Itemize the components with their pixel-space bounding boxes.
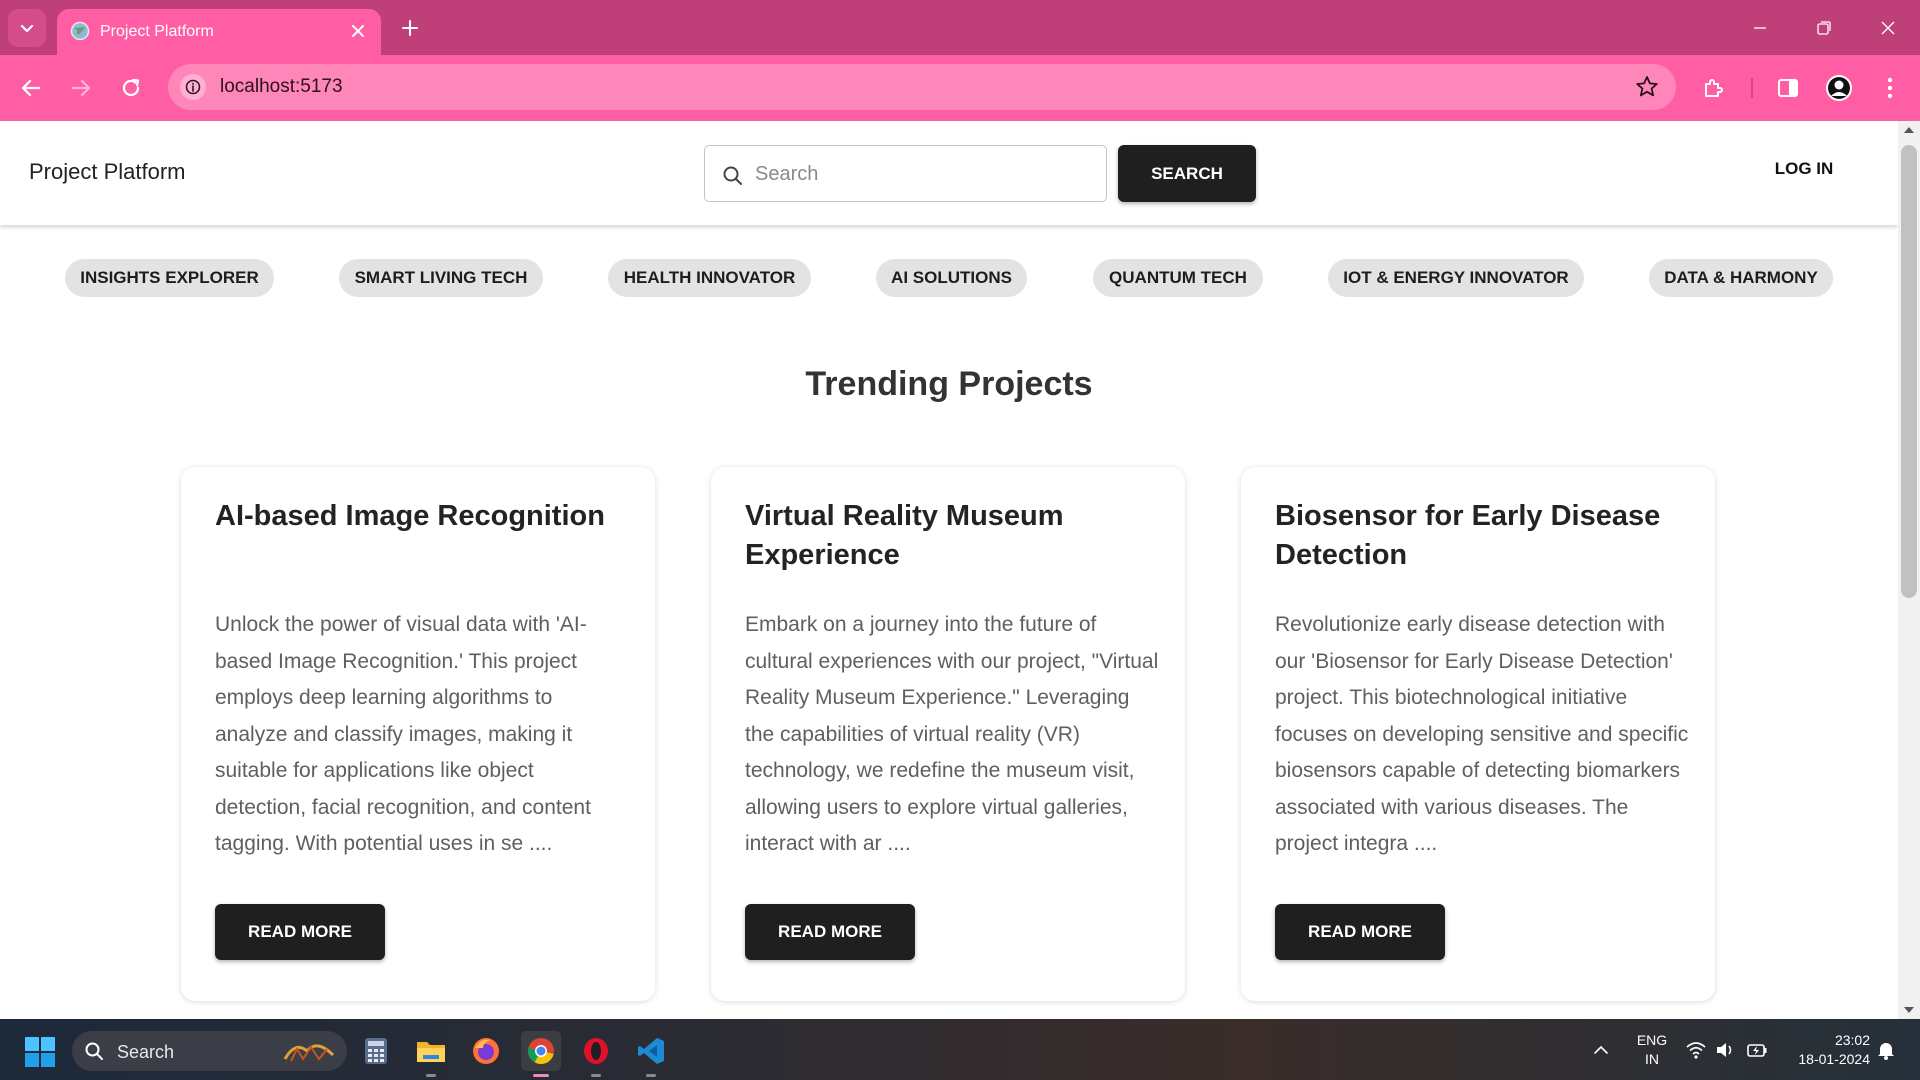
site-info-icon[interactable] [180, 74, 206, 100]
puzzle-icon [1705, 79, 1723, 97]
search-icon [85, 1042, 103, 1060]
project-card: AI-based Image Recognition Unlock the po… [181, 467, 655, 1001]
toolbar-divider [1751, 78, 1753, 98]
section-title: Trending Projects [805, 365, 1093, 403]
url-text: localhost:5173 [220, 76, 343, 97]
taskbar-vscode[interactable] [631, 1031, 671, 1077]
search-button[interactable]: SEARCH [1118, 145, 1256, 202]
taskbar-calculator[interactable] [356, 1031, 396, 1071]
project-card: Biosensor for Early Disease Detection Re… [1241, 467, 1715, 1001]
project-description: Unlock the power of visual data with 'AI… [215, 613, 591, 855]
category-chips: INSIGHTS EXPLORER SMART LIVING TECH HEAL… [0, 259, 1898, 299]
address-bar[interactable]: localhost:5173 [168, 64, 1676, 110]
app-header: Project Platform SEARCH LOG IN [0, 121, 1898, 225]
globe-icon [70, 21, 90, 41]
search-input[interactable] [755, 160, 1095, 188]
browser-menu-button[interactable] [1874, 72, 1906, 104]
tab-close-button[interactable] [345, 18, 371, 44]
category-chip[interactable]: AI SOLUTIONS [876, 259, 1027, 297]
category-chip[interactable]: INSIGHTS EXPLORER [65, 259, 274, 297]
page-viewport: Project Platform SEARCH LOG IN INSIGHTS … [0, 121, 1898, 1019]
category-chip[interactable]: SMART LIVING TECH [339, 259, 543, 297]
taskbar-chrome[interactable] [521, 1031, 561, 1077]
scroll-up-arrow[interactable] [1904, 127, 1914, 133]
opera-icon [584, 1038, 608, 1064]
wifi-icon[interactable] [1685, 1039, 1707, 1061]
more-vertical-icon [1887, 77, 1893, 99]
extensions-button[interactable] [1698, 72, 1730, 104]
page-scrollbar[interactable] [1898, 121, 1920, 1019]
minimize-icon [1754, 27, 1766, 29]
vscode-icon [638, 1038, 664, 1064]
scroll-down-arrow[interactable] [1904, 1007, 1914, 1013]
restore-button[interactable] [1806, 12, 1842, 44]
calculator-icon [365, 1038, 387, 1064]
project-card: Virtual Reality Museum Experience Embark… [711, 467, 1185, 1001]
side-panel-button[interactable] [1772, 72, 1804, 104]
read-more-button[interactable]: READ MORE [215, 904, 385, 960]
read-more-button[interactable]: READ MORE [745, 904, 915, 960]
search-field[interactable] [704, 145, 1107, 202]
chevron-up-icon[interactable] [1592, 1041, 1610, 1059]
chevron-down-icon [20, 24, 34, 33]
project-title: AI-based Image Recognition [215, 500, 605, 532]
volume-icon[interactable] [1714, 1039, 1736, 1061]
project-description: Embark on a journey into the future of c… [745, 613, 1159, 855]
side-panel-icon [1778, 79, 1798, 97]
forward-button[interactable] [63, 70, 99, 106]
back-button[interactable] [13, 70, 49, 106]
taskbar-search-label: Search [117, 1042, 175, 1062]
os-taskbar: Search ENG IN 23:02 18-01-2024 [0, 1019, 1920, 1080]
avatar-icon [1826, 75, 1852, 101]
arrow-right-icon [71, 79, 91, 97]
project-title: Virtual Reality Museum Experience [745, 500, 1064, 571]
search-icon [723, 166, 742, 185]
login-button[interactable]: LOG IN [1752, 159, 1856, 187]
profile-button[interactable] [1823, 72, 1855, 104]
read-more-button[interactable]: READ MORE [1275, 904, 1445, 960]
category-chip[interactable]: IOT & ENERGY INNOVATOR [1328, 259, 1584, 297]
taskbar-firefox[interactable] [466, 1031, 506, 1071]
reload-button[interactable] [113, 70, 149, 106]
taskbar-opera[interactable] [576, 1031, 616, 1077]
battery-icon[interactable] [1746, 1039, 1768, 1061]
restore-icon [1817, 21, 1831, 35]
category-chip[interactable]: QUANTUM TECH [1093, 259, 1263, 297]
close-icon [1881, 21, 1895, 35]
category-chip[interactable]: HEALTH INNOVATOR [608, 259, 811, 297]
close-icon [352, 25, 364, 37]
brand-title[interactable]: Project Platform [29, 159, 186, 185]
arrow-left-icon [21, 79, 41, 97]
bookmark-star-icon[interactable] [1634, 74, 1660, 100]
taskbar-search[interactable]: Search [72, 1031, 347, 1071]
firefox-icon [473, 1038, 499, 1064]
project-title: Biosensor for Early Disease Detection [1275, 500, 1661, 571]
tab-search-button[interactable] [8, 9, 46, 47]
project-description: Revolutionize early disease detection wi… [1275, 613, 1689, 855]
scroll-thumb[interactable] [1901, 145, 1917, 598]
windows-start-icon[interactable] [24, 1036, 56, 1068]
notification-bell-icon[interactable] [1875, 1039, 1897, 1061]
folder-icon [417, 1042, 445, 1062]
language-indicator[interactable]: ENG IN [1636, 1031, 1668, 1069]
close-window-button[interactable] [1870, 12, 1906, 44]
tab-title: Project Platform [100, 23, 214, 40]
system-clock[interactable]: 23:02 18-01-2024 [1780, 1031, 1870, 1069]
search-highlight-icon [283, 1044, 335, 1062]
plus-icon [402, 20, 418, 36]
browser-tab-active[interactable]: Project Platform [57, 9, 381, 55]
browser-tab-strip: Project Platform [0, 0, 1920, 55]
chrome-icon [527, 1038, 554, 1065]
minimize-button[interactable] [1742, 12, 1778, 44]
taskbar-file-explorer[interactable] [411, 1031, 451, 1077]
category-chip[interactable]: DATA & HARMONY [1649, 259, 1833, 297]
new-tab-button[interactable] [396, 14, 424, 42]
browser-toolbar: localhost:5173 [0, 55, 1920, 121]
reload-icon [122, 78, 140, 97]
